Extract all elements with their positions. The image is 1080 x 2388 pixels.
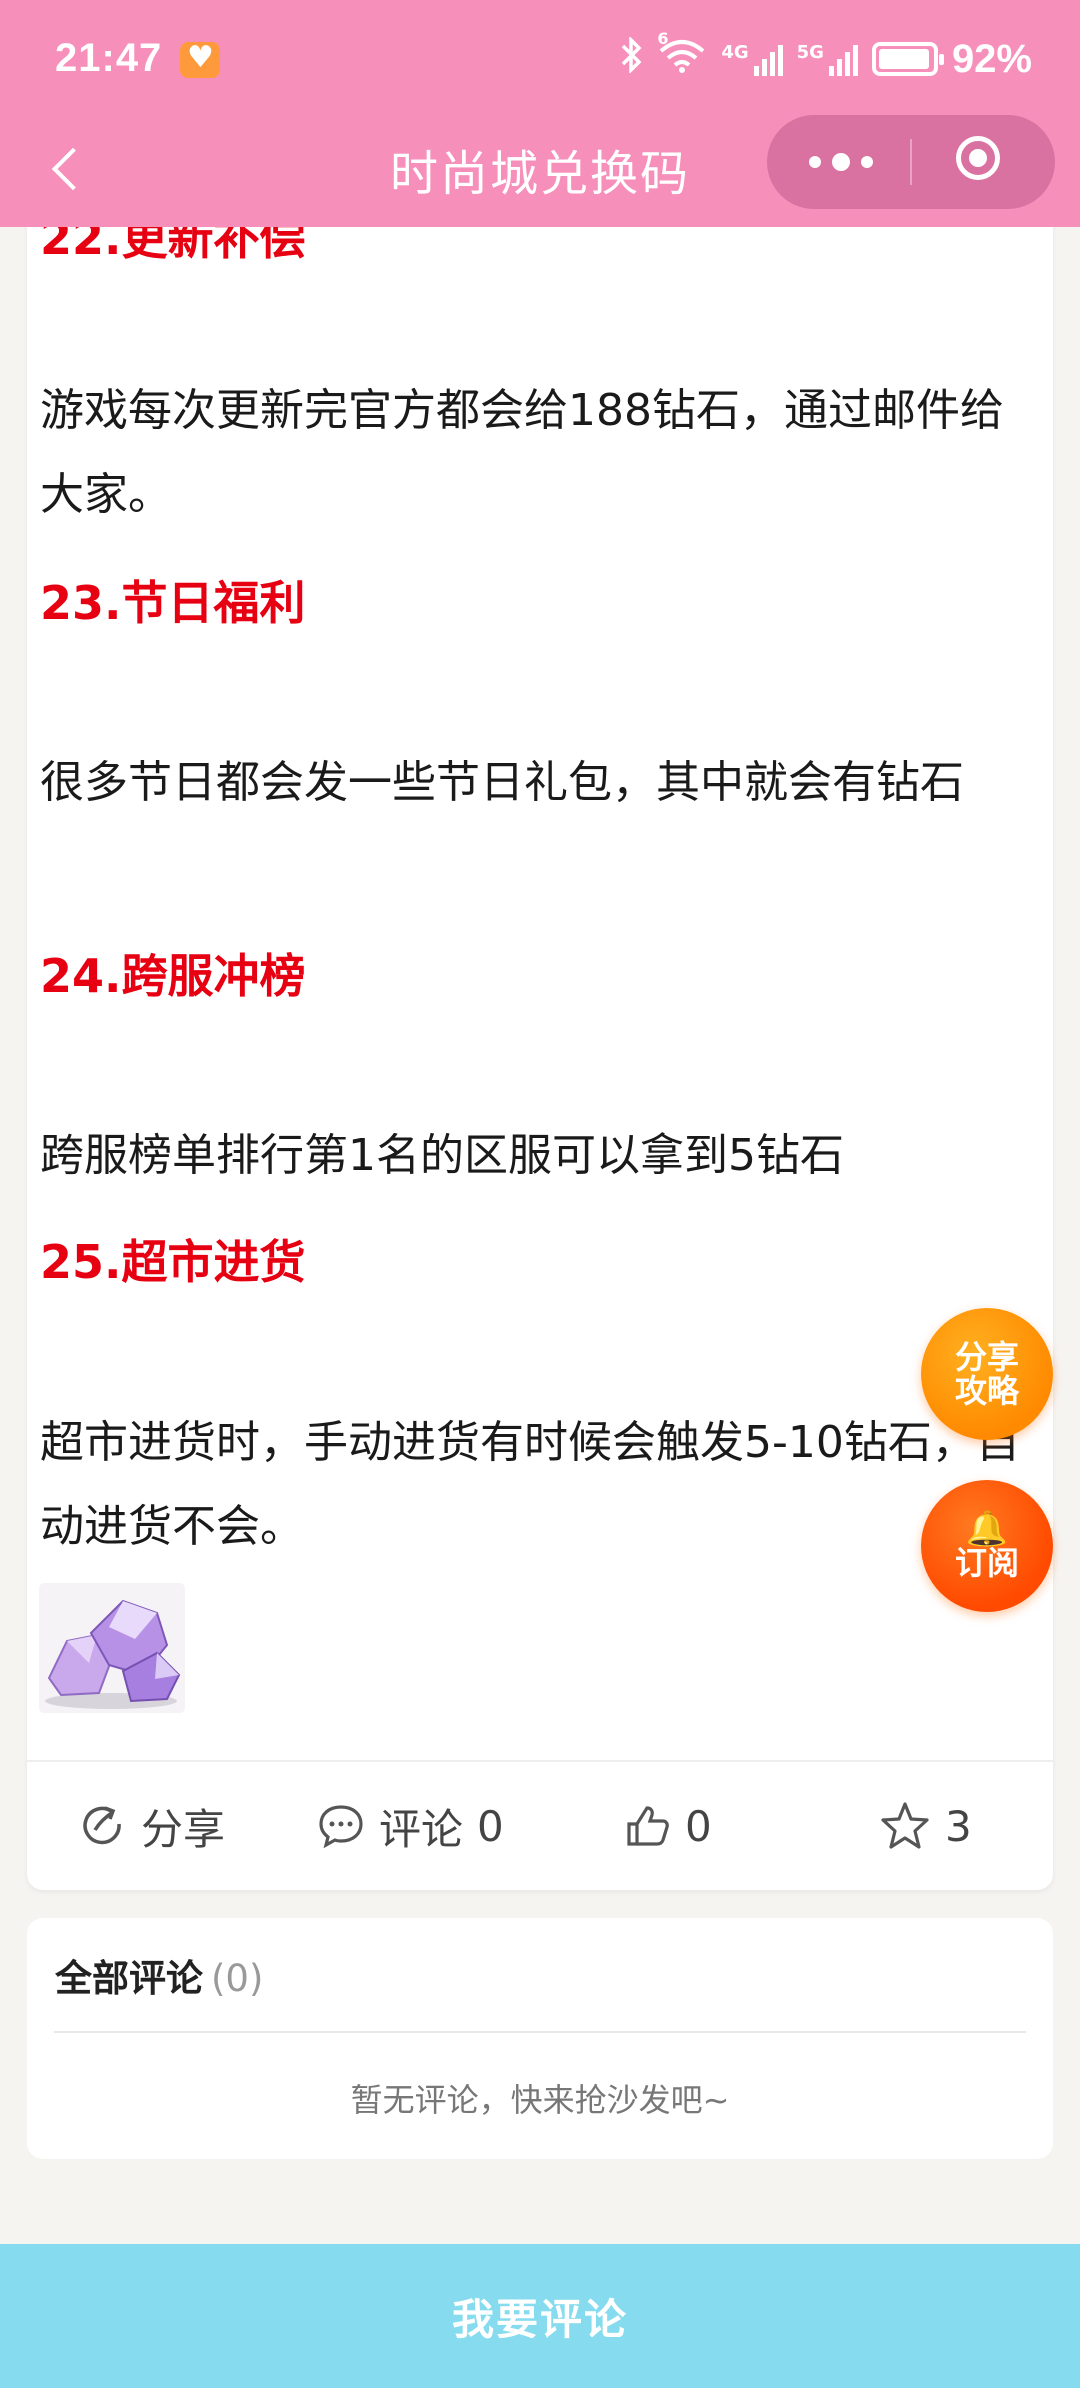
signal-4g-icon: 4G <box>721 42 783 76</box>
miniprogram-capsule <box>767 115 1055 209</box>
write-comment-button[interactable]: 我要评论 <box>0 2244 1080 2388</box>
star-icon <box>879 1801 931 1851</box>
share-label: 分享 <box>141 1804 226 1854</box>
article-card: 22.更新补偿 游戏每次更新完官方都会给188钻石，通过邮件给大家。 23.节日… <box>27 190 1053 1890</box>
comments-count: (0) <box>211 1957 264 2000</box>
nav-bar: 时尚城兑换码 <box>0 115 1080 227</box>
comment-label: 评论 <box>379 1804 464 1854</box>
wifi-icon: 6 <box>657 29 707 81</box>
comments-heading: 全部评论 (0) <box>55 1948 263 2002</box>
subscribe-label: 订阅 <box>954 1544 1019 1582</box>
subscribe-button[interactable]: 🔔 订阅 <box>921 1480 1053 1612</box>
bell-icon: 🔔 <box>965 1509 1009 1549</box>
favorite-count: 3 <box>945 1801 972 1851</box>
comments-title: 全部评论 <box>55 1957 203 2000</box>
share-guide-line2: 攻略 <box>954 1372 1019 1410</box>
section-heading-23: 23.节日福利 <box>40 576 306 630</box>
like-count: 0 <box>685 1801 712 1851</box>
share-button[interactable]: 分享 <box>79 1762 225 1890</box>
battery-percent: 92% <box>951 36 1032 81</box>
battery-icon <box>871 42 944 76</box>
app-notification-icon <box>180 40 220 78</box>
like-button[interactable]: 0 <box>623 1762 712 1890</box>
thumbs-up-icon <box>623 1802 671 1850</box>
status-time: 21:47 <box>55 36 163 80</box>
status-bar: 21:47 6 4G 5G <box>0 0 1080 120</box>
article-action-bar: 分享 评论 0 0 3 <box>27 1762 1053 1890</box>
share-guide-button[interactable]: 分享 攻略 <box>921 1308 1053 1440</box>
more-options-button[interactable] <box>767 115 910 209</box>
share-icon <box>79 1802 127 1850</box>
network-5g-label: 5G <box>796 42 824 63</box>
section-text-24: 跨服榜单排行第1名的区服可以拿到5钻石 <box>40 1130 844 1181</box>
comment-button[interactable]: 评论 0 <box>317 1762 504 1890</box>
status-icons: 6 4G 5G 92% <box>621 29 1032 84</box>
comments-empty-text: 暂无评论，快来抢沙发吧~ <box>350 2081 730 2119</box>
signal-5g-icon: 5G <box>797 42 858 76</box>
comment-icon <box>317 1802 365 1850</box>
section-text-25: 超市进货时，手动进货有时候会触发5-10钻石，自动进货不会。 <box>40 1417 1020 1552</box>
favorite-button[interactable]: 3 <box>879 1762 972 1890</box>
bluetooth-icon <box>621 35 643 81</box>
share-guide-line1: 分享 <box>954 1338 1019 1376</box>
comments-divider <box>54 2031 1026 2033</box>
section-text-23: 很多节日都会发一些节日礼包，其中就会有钻石 <box>40 757 964 808</box>
section-heading-25: 25.超市进货 <box>40 1235 306 1289</box>
section-text-22: 游戏每次更新完官方都会给188钻石，通过邮件给大家。 <box>40 385 1004 520</box>
comments-card: 全部评论 (0) 暂无评论，快来抢沙发吧~ <box>27 1918 1053 2159</box>
comment-count: 0 <box>477 1801 504 1851</box>
close-miniprogram-button[interactable] <box>912 115 1055 209</box>
section-heading-24: 24.跨服冲榜 <box>40 949 306 1003</box>
top-bar: 21:47 6 4G 5G <box>0 0 1080 227</box>
network-4g-label: 4G <box>721 42 749 63</box>
diamond-image[interactable] <box>39 1583 185 1713</box>
wifi-badge: 6 <box>657 29 669 48</box>
